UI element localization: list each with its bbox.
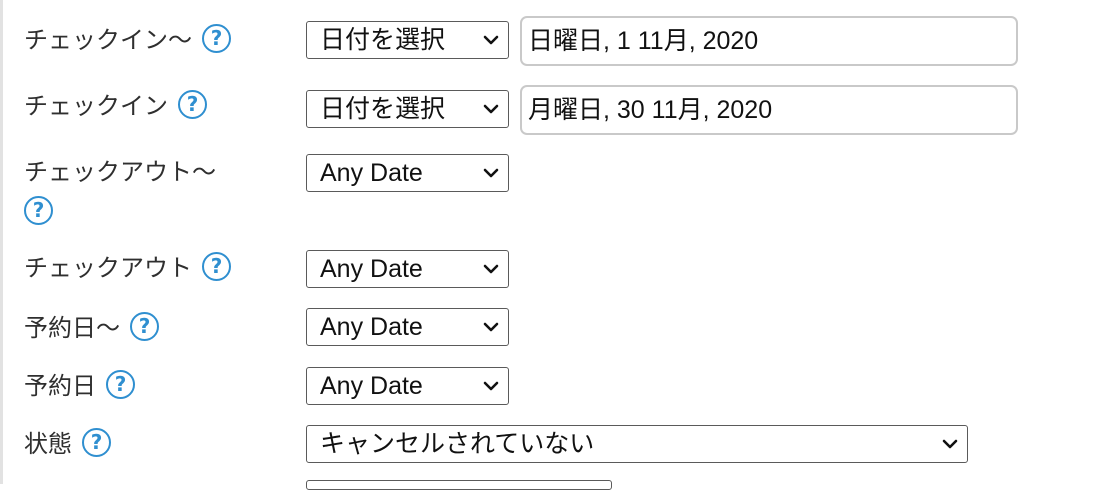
chevron-down-icon: [483, 104, 499, 114]
status-label: 状態?: [24, 424, 264, 464]
help-icon[interactable]: ?: [24, 195, 53, 225]
chevron-down-icon: [483, 381, 499, 391]
checkin-from-select[interactable]: 日付を選択: [306, 21, 509, 59]
help-icon[interactable]: ?: [202, 23, 231, 53]
checkin-to-date-input[interactable]: 月曜日, 30 11月, 2020: [520, 85, 1018, 135]
help-icon[interactable]: ?: [178, 89, 207, 119]
checkout-from-select[interactable]: Any Date: [306, 154, 509, 192]
help-icon[interactable]: ?: [130, 311, 159, 341]
help-icon[interactable]: ?: [82, 427, 111, 457]
checkin-to-select[interactable]: 日付を選択: [306, 90, 509, 128]
booking-from-label: 予約日〜?: [24, 308, 264, 348]
next-field-partial[interactable]: [306, 480, 612, 490]
booking-to-select[interactable]: Any Date: [306, 367, 509, 405]
chevron-down-icon: [483, 35, 499, 45]
booking-to-label: 予約日?: [24, 366, 264, 406]
chevron-down-icon: [483, 264, 499, 274]
chevron-down-icon: [942, 439, 958, 449]
checkin-to-label: チェックイン?: [24, 86, 264, 126]
chevron-down-icon: [483, 168, 499, 178]
help-icon[interactable]: ?: [106, 369, 135, 399]
checkin-from-label: チェックイン〜?: [24, 20, 264, 60]
checkout-to-label: チェックアウト?: [24, 248, 264, 288]
help-icon[interactable]: ?: [202, 251, 231, 281]
status-select[interactable]: キャンセルされていない: [306, 425, 968, 463]
checkout-from-label: チェックアウト〜 ?: [24, 152, 264, 232]
left-border: [0, 0, 3, 484]
checkin-from-date-input[interactable]: 日曜日, 1 11月, 2020: [520, 16, 1018, 66]
chevron-down-icon: [483, 322, 499, 332]
booking-from-select[interactable]: Any Date: [306, 308, 509, 346]
checkout-to-select[interactable]: Any Date: [306, 250, 509, 288]
